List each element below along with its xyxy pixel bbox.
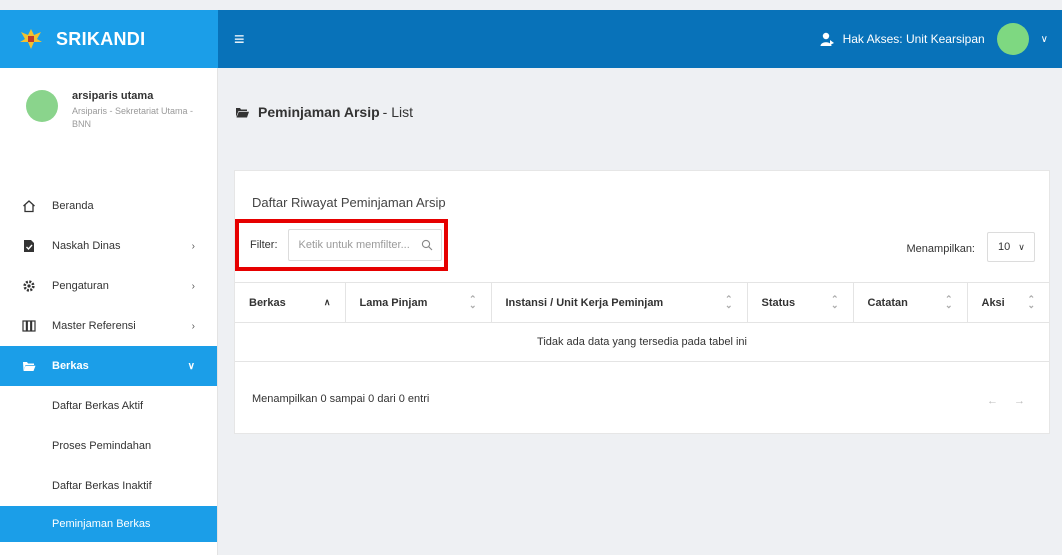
sidebar-item-master-referensi[interactable]: Master Referensi › xyxy=(0,306,217,346)
brand-title: SRIKANDI xyxy=(56,28,146,49)
submenu-item-label: Peminjaman Berkas xyxy=(52,518,151,530)
sidebar-item-label: Master Referensi xyxy=(52,320,136,332)
column-header-berkas[interactable]: Berkas ∧ xyxy=(235,282,346,323)
profile-name: arsiparis utama xyxy=(72,90,154,102)
submenu-item-daftar-berkas-aktif[interactable]: Daftar Berkas Aktif xyxy=(0,386,217,426)
sidebar: arsiparis utama Arsiparis - Sekretariat … xyxy=(0,68,218,555)
column-header-catatan[interactable]: Catatan ⌃ ⌄ xyxy=(853,282,968,323)
chevron-right-icon: › xyxy=(191,320,195,332)
profile-role: Arsiparis - Sekretariat Utama - BNN xyxy=(72,106,194,129)
user-icon xyxy=(820,32,834,46)
berkas-submenu: Daftar Berkas Aktif Proses Pemindahan Da… xyxy=(0,386,217,542)
submenu-item-label: Proses Pemindahan xyxy=(52,440,152,452)
column-header-status[interactable]: Status ⌃ ⌄ xyxy=(747,282,854,323)
sort-icon: ⌃ ⌄ xyxy=(1027,294,1035,310)
submenu-item-peminjaman-berkas[interactable]: Peminjaman Berkas xyxy=(0,506,217,542)
sidebar-item-label: Naskah Dinas xyxy=(52,240,121,252)
submenu-item-proses-pemindahan[interactable]: Proses Pemindahan xyxy=(0,426,217,466)
filter-highlight-box: Filter: xyxy=(235,219,448,271)
sort-icon: ⌃ ⌄ xyxy=(944,294,953,310)
column-header-label: Aksi xyxy=(981,296,1005,309)
loan-history-card: Daftar Riwayat Peminjaman Arsip Filter: … xyxy=(234,170,1050,434)
table-row: Tidak ada data yang tersedia pada tabel … xyxy=(235,322,1049,362)
user-avatar[interactable] xyxy=(996,23,1029,55)
gear-icon xyxy=(23,280,35,292)
sidebar-menu: Beranda Naskah Dinas › Pengaturan › Mast… xyxy=(0,186,217,386)
garuda-emblem-icon xyxy=(20,29,42,49)
profile-avatar xyxy=(26,90,58,122)
submenu-item-label: Daftar Berkas Inaktif xyxy=(52,480,152,492)
user-menu[interactable]: Hak Akses: Unit Kearsipan ∨ xyxy=(819,23,1048,55)
home-icon xyxy=(23,200,35,213)
filter-input-wrapper[interactable] xyxy=(287,229,442,261)
sort-icon: ⌃ ⌄ xyxy=(830,294,839,310)
sidebar-item-berkas[interactable]: Berkas ∨ xyxy=(0,346,217,386)
submenu-item-daftar-berkas-inaktif[interactable]: Daftar Berkas Inaktif xyxy=(0,466,217,506)
page-header: Peminjaman Arsip - List xyxy=(236,104,413,120)
brand[interactable]: SRIKANDI xyxy=(0,10,218,68)
folder-open-icon xyxy=(23,362,36,371)
column-header-instansi[interactable]: Instansi / Unit Kerja Peminjam ⌃ ⌄ xyxy=(491,282,748,323)
card-title: Daftar Riwayat Peminjaman Arsip xyxy=(252,195,446,210)
prev-page-arrow-icon[interactable]: ← xyxy=(987,395,998,407)
table-header-row: Berkas ∧ Lama Pinjam ⌃ ⌄ Instansi / Unit … xyxy=(235,282,1049,323)
sidebar-item-label: Pengaturan xyxy=(52,280,109,292)
sort-icon: ⌃ ⌄ xyxy=(468,294,477,310)
sort-asc-icon: ∧ xyxy=(323,297,331,307)
document-check-icon xyxy=(24,240,34,252)
sidebar-item-naskah-dinas[interactable]: Naskah Dinas › xyxy=(0,226,217,266)
page-size-label: Menampilkan: xyxy=(906,243,975,255)
table-info-text: Menampilkan 0 sampai 0 dari 0 entri xyxy=(252,393,430,405)
sidebar-item-pengaturan[interactable]: Pengaturan › xyxy=(0,266,217,306)
page-title: Peminjaman Arsip xyxy=(258,104,380,120)
pagination: ← → xyxy=(987,395,1025,407)
empty-table-message: Tidak ada data yang tersedia pada tabel … xyxy=(235,322,1049,362)
archive-grid-icon xyxy=(22,320,36,332)
folder-open-icon xyxy=(236,107,249,117)
sidebar-item-label: Berkas xyxy=(52,360,89,372)
chevron-down-icon: ∨ xyxy=(187,360,195,372)
chevron-right-icon: › xyxy=(191,240,195,252)
loan-history-table: Berkas ∧ Lama Pinjam ⌃ ⌄ Instansi / Unit … xyxy=(235,282,1049,362)
sort-icon: ⌃ ⌄ xyxy=(724,294,733,310)
filter-input[interactable] xyxy=(298,239,419,251)
top-bar: SRIKANDI ≡ Hak Akses: Unit Kearsipan ∨ xyxy=(0,10,1062,68)
filter-label: Filter: xyxy=(250,239,278,251)
column-header-label: Lama Pinjam xyxy=(359,296,428,309)
chevron-down-icon[interactable]: ∨ xyxy=(1041,34,1048,45)
navbar: ≡ Hak Akses: Unit Kearsipan ∨ xyxy=(218,10,1062,68)
column-header-lama-pinjam[interactable]: Lama Pinjam ⌃ ⌄ xyxy=(345,282,492,323)
access-level-text: Hak Akses: Unit Kearsipan xyxy=(842,32,985,46)
search-icon[interactable] xyxy=(421,239,433,251)
page-size-value: 10 xyxy=(998,241,1011,253)
sidebar-item-label: Beranda xyxy=(52,200,94,212)
column-header-aksi[interactable]: Aksi ⌃ ⌄ xyxy=(967,282,1049,323)
next-page-arrow-icon[interactable]: → xyxy=(1014,395,1025,407)
column-header-label: Catatan xyxy=(867,296,908,309)
page-subtitle: - List xyxy=(382,104,413,120)
submenu-item-label: Daftar Berkas Aktif xyxy=(52,400,144,412)
chevron-right-icon: › xyxy=(191,280,195,292)
sidebar-item-beranda[interactable]: Beranda xyxy=(0,186,217,226)
column-header-label: Status xyxy=(761,296,796,309)
column-header-label: Berkas xyxy=(249,296,286,309)
page-size-select[interactable]: 10 ∨ xyxy=(987,232,1035,262)
column-header-label: Instansi / Unit Kerja Peminjam xyxy=(505,296,664,309)
user-profile: arsiparis utama Arsiparis - Sekretariat … xyxy=(0,68,217,186)
chevron-down-icon: ∨ xyxy=(1018,241,1025,252)
hamburger-menu-icon[interactable]: ≡ xyxy=(234,30,245,48)
